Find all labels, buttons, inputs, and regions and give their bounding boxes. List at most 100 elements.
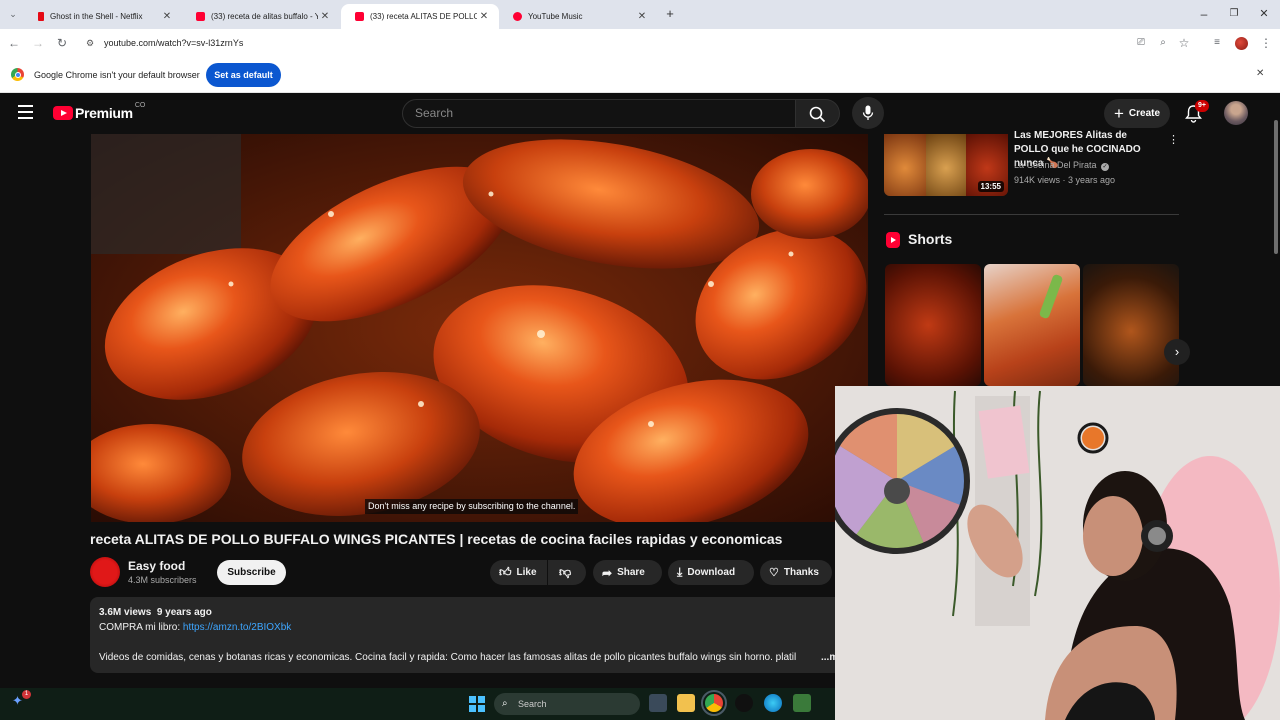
menu-kebab-icon[interactable]: ⋮	[1258, 35, 1274, 51]
video-duration: 13:55	[977, 181, 1004, 192]
page-scrollbar[interactable]	[1272, 94, 1279, 254]
youtube-logo-icon	[53, 106, 73, 120]
short-thumbnail-1[interactable]	[885, 264, 981, 386]
tab-search-icon[interactable]: ⌄	[5, 6, 21, 22]
store-taskbar-icon[interactable]	[793, 694, 811, 712]
share-button[interactable]: ➦ Share	[593, 560, 662, 585]
youtube-header: Premium CO Search + Create 9+	[0, 93, 1280, 134]
notifications-button[interactable]: 9+	[1185, 100, 1209, 124]
view-count: 3.6M views	[99, 607, 152, 618]
account-avatar[interactable]	[1224, 101, 1248, 125]
netflix-icon	[38, 12, 44, 21]
dislike-button[interactable]: 👎︎	[548, 560, 586, 585]
media-control-icon[interactable]: ≡	[1209, 35, 1225, 51]
thanks-button[interactable]: ♡ Thanks	[760, 560, 832, 585]
upload-age: 9 years ago	[156, 607, 212, 618]
create-button[interactable]: + Create	[1104, 99, 1170, 128]
short-thumbnail-3[interactable]	[1083, 264, 1179, 386]
back-icon[interactable]: ←	[6, 35, 22, 51]
task-view-icon[interactable]	[649, 694, 667, 712]
new-tab-icon[interactable]: +	[662, 6, 678, 22]
video-player[interactable]	[91, 134, 868, 522]
tab-strip: ⌄ Ghost in the Shell - Netflix ✕ (33) re…	[0, 0, 1280, 29]
channel-name[interactable]: Easy food	[128, 559, 185, 573]
download-button[interactable]: ⤓ Download	[668, 560, 754, 585]
hamburger-menu-icon[interactable]	[18, 105, 33, 119]
youtube-music-icon	[513, 12, 522, 21]
window-close-icon[interactable]: ✕	[1256, 6, 1272, 22]
chevron-right-icon[interactable]: ›	[1164, 339, 1190, 365]
download-icon: ⤓	[677, 565, 683, 579]
thanks-heart-icon: ♡	[769, 567, 779, 579]
video-description[interactable]: 3.6M views 9 years ago COMPRA mi libro: …	[90, 597, 850, 673]
infobar-message: Google Chrome isn't your default browser	[34, 70, 200, 80]
video-title: receta ALITAS DE POLLO BUFFALO WINGS PIC…	[90, 531, 783, 547]
windows-start-icon[interactable]	[469, 696, 485, 712]
taskbar-search-box[interactable]: ⌕ Search	[494, 693, 640, 715]
more-options-icon[interactable]: ⋮	[1168, 133, 1179, 146]
reload-icon[interactable]: ↻	[54, 35, 70, 51]
set-default-button[interactable]: Set as default	[206, 63, 281, 87]
channel-avatar[interactable]	[90, 557, 120, 587]
notification-badge: 9+	[1195, 100, 1209, 112]
tab-netflix[interactable]: Ghost in the Shell - Netflix ✕	[24, 4, 182, 29]
profile-avatar[interactable]	[1235, 37, 1248, 50]
subscribe-button[interactable]: Subscribe	[217, 560, 286, 585]
infobar-close-icon[interactable]: ✕	[1256, 68, 1264, 79]
book-label: COMPRA mi libro:	[99, 622, 181, 633]
file-explorer-icon[interactable]	[677, 694, 695, 712]
description-text: Videos de comidas, cenas y botanas ricas…	[99, 652, 797, 663]
search-button[interactable]	[796, 99, 840, 128]
default-browser-infobar: Google Chrome isn't your default browser…	[0, 57, 1280, 93]
streamer-webcam-feed	[835, 386, 1280, 720]
webcam-overlay	[835, 386, 1280, 720]
thumbs-up-icon: 👍︎	[499, 565, 512, 579]
youtube-premium-logo[interactable]: Premium CO	[53, 102, 145, 121]
close-icon[interactable]: ✕	[160, 11, 174, 22]
short-thumbnail-2[interactable]	[984, 264, 1080, 386]
forward-icon[interactable]: →	[30, 35, 46, 51]
address-bar[interactable]: ⚙ youtube.com/watch?v=sv-l31zrnYs	[80, 32, 1198, 54]
buffalo-wings-video-frame	[91, 134, 868, 522]
sidebar-channel[interactable]: La Cocina Del Pirata	[1014, 160, 1097, 170]
tab-alitas-pollo-active[interactable]: (33) receta ALITAS DE POLLO B ✕	[341, 4, 499, 29]
minimize-icon[interactable]: –	[1196, 6, 1212, 22]
video-caption: Don't miss any recipe by subscribing to …	[365, 499, 579, 514]
bookmark-star-icon[interactable]: ☆	[1176, 35, 1192, 51]
tab-alitas-buffalo[interactable]: (33) receta de alitas buffalo - Yo ✕	[182, 4, 340, 29]
book-link[interactable]: https://amzn.to/2BIOXbk	[183, 622, 291, 633]
plus-icon: +	[1113, 103, 1124, 123]
edge-taskbar-icon[interactable]	[764, 694, 782, 712]
divider	[884, 214, 1179, 215]
youtube-icon	[196, 12, 205, 21]
windows-taskbar: ✦ 1 ⌕ Search	[0, 688, 835, 720]
zoom-icon[interactable]: ⌕	[1155, 35, 1171, 51]
share-arrow-icon: ➦	[602, 565, 613, 580]
chrome-logo-icon	[11, 68, 24, 81]
restore-icon[interactable]: ❐	[1226, 6, 1242, 22]
shorts-heading: Shorts	[908, 231, 953, 247]
search-icon: ⌕	[502, 698, 508, 709]
microphone-icon	[862, 105, 874, 120]
tab-youtube-music[interactable]: YouTube Music ✕	[499, 4, 657, 29]
chrome-taskbar-icon[interactable]	[701, 690, 727, 716]
close-icon[interactable]: ✕	[477, 11, 491, 22]
sidebar-age: 3 years ago	[1068, 175, 1116, 185]
like-button[interactable]: 👍︎ Like	[490, 560, 547, 585]
sidebar-video-thumbnail[interactable]: 13:55	[884, 134, 1008, 196]
search-input[interactable]: Search	[402, 99, 796, 128]
app-taskbar-icon[interactable]	[735, 694, 753, 712]
voice-search-button[interactable]	[852, 97, 884, 129]
cast-icon[interactable]: ⎚	[1133, 35, 1149, 51]
browser-toolbar: ← → ↻ ⚙ youtube.com/watch?v=sv-l31zrnYs …	[0, 29, 1280, 57]
shorts-logo-icon	[886, 232, 900, 248]
close-icon[interactable]: ✕	[635, 11, 649, 22]
site-info-icon[interactable]: ⚙	[86, 32, 94, 54]
subscriber-count: 4.3M subscribers	[128, 575, 197, 585]
search-icon	[809, 106, 826, 123]
weather-widget-icon[interactable]: ✦ 1	[12, 690, 32, 713]
close-icon[interactable]: ✕	[318, 11, 332, 22]
youtube-icon	[355, 12, 364, 21]
verified-icon: ✓	[1101, 163, 1110, 171]
sidebar-views: 914K views	[1014, 175, 1061, 185]
